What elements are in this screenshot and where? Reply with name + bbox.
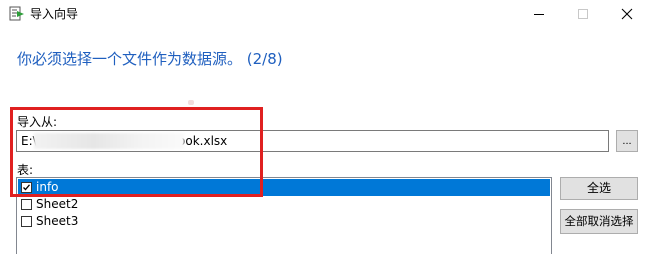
source-path-input[interactable] bbox=[16, 130, 609, 152]
import-wizard-icon bbox=[9, 6, 25, 22]
sheet-name: Sheet3 bbox=[36, 214, 79, 228]
title-bar: 导入向导 bbox=[0, 0, 650, 28]
list-item-sheet3[interactable]: Sheet3 bbox=[18, 213, 550, 230]
import-from-label: 导入从: bbox=[17, 115, 58, 129]
list-item-info[interactable]: info bbox=[18, 179, 550, 196]
checkmark-icon bbox=[23, 184, 30, 191]
close-icon bbox=[621, 8, 633, 20]
minimize-icon bbox=[534, 14, 544, 15]
window-title: 导入向导 bbox=[30, 7, 79, 21]
browse-button[interactable]: ... bbox=[616, 130, 638, 152]
deselect-all-button[interactable]: 全部取消选择 bbox=[560, 209, 638, 234]
close-button[interactable] bbox=[605, 0, 649, 28]
list-item-sheet2[interactable]: Sheet2 bbox=[18, 196, 550, 213]
sheet-name: info bbox=[36, 180, 59, 194]
minimize-button[interactable] bbox=[517, 0, 561, 28]
decorative-mark bbox=[188, 100, 194, 105]
maximize-icon bbox=[578, 9, 588, 19]
sheet-name: Sheet2 bbox=[36, 197, 79, 211]
checkbox-sheet3[interactable] bbox=[21, 216, 32, 227]
tables-label: 表: bbox=[17, 163, 34, 177]
checkbox-info[interactable] bbox=[21, 182, 32, 193]
checkbox-sheet2[interactable] bbox=[21, 199, 32, 210]
maximize-button[interactable] bbox=[561, 0, 605, 28]
sheet-list[interactable]: info Sheet2 Sheet3 bbox=[16, 177, 552, 254]
import-wizard-window: 导入向导 你必须选择一个文件作为数据源。 (2/8) 导入从: ... 表: bbox=[0, 0, 650, 254]
select-all-button[interactable]: 全选 bbox=[560, 177, 638, 200]
page-heading: 你必须选择一个文件作为数据源。 (2/8) bbox=[17, 50, 283, 68]
